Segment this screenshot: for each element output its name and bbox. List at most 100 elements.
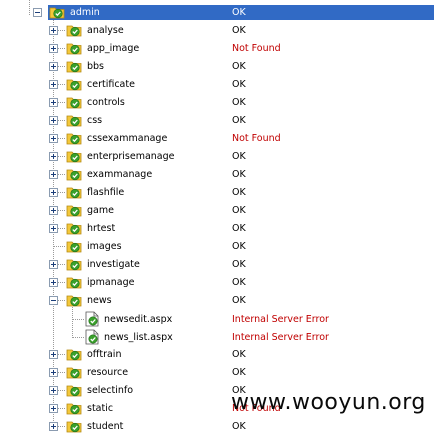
status-text: OK <box>232 259 246 270</box>
status-text: OK <box>232 277 246 288</box>
folder-icon <box>66 43 82 55</box>
tree-item-label: flashfile <box>87 187 125 198</box>
folder-icon <box>49 7 65 19</box>
folder-icon <box>66 421 82 433</box>
tree-row-admin[interactable]: admin OK <box>0 5 434 23</box>
tree-item-label: analyse <box>87 25 124 36</box>
folder-icon <box>66 241 82 253</box>
tree-row-student[interactable]: student OK <box>0 419 434 437</box>
folder-icon <box>66 349 82 361</box>
status-text: OK <box>232 151 246 162</box>
aspx-file-icon <box>85 311 99 327</box>
tree-row-hrtest[interactable]: hrtest OK <box>0 221 434 239</box>
tree-item-label: enterprisemanage <box>87 151 175 162</box>
status-text: OK <box>232 61 246 72</box>
tree-row-exammanage[interactable]: exammanage OK <box>0 167 434 185</box>
expand-toggle[interactable] <box>49 350 58 359</box>
tree-item-label: admin <box>70 7 100 18</box>
collapse-toggle[interactable] <box>33 8 42 17</box>
expand-toggle[interactable] <box>49 80 58 89</box>
expand-toggle[interactable] <box>49 44 58 53</box>
expand-toggle[interactable] <box>49 62 58 71</box>
tree-item-label: controls <box>87 97 125 108</box>
expand-toggle[interactable] <box>49 26 58 35</box>
expand-toggle[interactable] <box>49 278 58 287</box>
tree-row-images[interactable]: images OK <box>0 239 434 257</box>
folder-icon <box>66 403 82 415</box>
status-text: OK <box>232 205 246 216</box>
expand-toggle[interactable] <box>49 206 58 215</box>
status-text: Internal Server Error <box>232 314 329 325</box>
expand-toggle[interactable] <box>49 116 58 125</box>
status-text: OK <box>232 295 246 306</box>
tree-item-label: exammanage <box>87 169 153 180</box>
tree-row-investigate[interactable]: investigate OK <box>0 257 434 275</box>
status-text: OK <box>232 25 246 36</box>
folder-icon <box>66 61 82 73</box>
tree-row-news-list-aspx[interactable]: news_list.aspx Internal Server Error <box>0 329 434 347</box>
tree-item-label: offtrain <box>87 349 122 360</box>
folder-icon <box>66 133 82 145</box>
folder-icon <box>66 169 82 181</box>
expand-toggle[interactable] <box>49 134 58 143</box>
tree-item-label: cssexammanage <box>87 133 168 144</box>
folder-icon <box>66 97 82 109</box>
expand-toggle[interactable] <box>49 422 58 431</box>
status-text: OK <box>232 79 246 90</box>
status-text: Not Found <box>232 43 281 54</box>
collapse-toggle[interactable] <box>49 296 58 305</box>
tree-row-enterprisemanage[interactable]: enterprisemanage OK <box>0 149 434 167</box>
tree-item-label: css <box>87 115 103 126</box>
tree-item-label: game <box>87 205 114 216</box>
tree-row-newsedit-aspx[interactable]: newsedit.aspx Internal Server Error <box>0 311 434 329</box>
status-text: OK <box>232 7 246 18</box>
scan-results-tree: admin OK analyse OK app_image Not Found bbs O… <box>0 0 434 433</box>
tree-row-certificate[interactable]: certificate OK <box>0 77 434 95</box>
tree-item-label: ipmanage <box>87 277 135 288</box>
tree-row-css[interactable]: css OK <box>0 113 434 131</box>
tree-item-label: resource <box>87 367 129 378</box>
watermark: www.wooyun.org <box>231 390 426 415</box>
expand-toggle[interactable] <box>49 386 58 395</box>
tree-row-game[interactable]: game OK <box>0 203 434 221</box>
status-text: OK <box>232 169 246 180</box>
expand-toggle[interactable] <box>49 188 58 197</box>
status-text: OK <box>232 187 246 198</box>
folder-icon <box>66 259 82 271</box>
folder-icon <box>66 277 82 289</box>
status-text: OK <box>232 421 246 432</box>
tree-connector <box>72 337 84 338</box>
expand-toggle[interactable] <box>49 368 58 377</box>
tree-row-analyse[interactable]: analyse OK <box>0 23 434 41</box>
tree-row-controls[interactable]: controls OK <box>0 95 434 113</box>
tree-row-offtrain[interactable]: offtrain OK <box>0 347 434 365</box>
status-text: OK <box>232 115 246 126</box>
tree-row-resource[interactable]: resource OK <box>0 365 434 383</box>
expand-toggle[interactable] <box>49 98 58 107</box>
expand-toggle[interactable] <box>49 152 58 161</box>
expand-toggle[interactable] <box>49 170 58 179</box>
tree-row-cssexammanage[interactable]: cssexammanage Not Found <box>0 131 434 149</box>
folder-icon <box>66 385 82 397</box>
folder-icon <box>66 79 82 91</box>
status-text: Not Found <box>232 133 281 144</box>
aspx-file-icon <box>85 329 99 345</box>
expand-toggle[interactable] <box>49 224 58 233</box>
folder-icon <box>66 295 82 307</box>
tree-item-label: student <box>87 421 124 432</box>
status-text: OK <box>232 349 246 360</box>
tree-row-bbs[interactable]: bbs OK <box>0 59 434 77</box>
status-text: OK <box>232 97 246 108</box>
tree-item-label: selectinfo <box>87 385 134 396</box>
folder-icon <box>66 205 82 217</box>
tree-item-label: bbs <box>87 61 105 72</box>
expand-toggle[interactable] <box>49 404 58 413</box>
expand-toggle[interactable] <box>49 260 58 269</box>
tree-item-label: hrtest <box>87 223 116 234</box>
folder-icon <box>66 223 82 235</box>
tree-row-app-image[interactable]: app_image Not Found <box>0 41 434 59</box>
tree-row-ipmanage[interactable]: ipmanage OK <box>0 275 434 293</box>
tree-item-label: certificate <box>87 79 135 90</box>
tree-row-flashfile[interactable]: flashfile OK <box>0 185 434 203</box>
tree-row-news[interactable]: news OK <box>0 293 434 311</box>
